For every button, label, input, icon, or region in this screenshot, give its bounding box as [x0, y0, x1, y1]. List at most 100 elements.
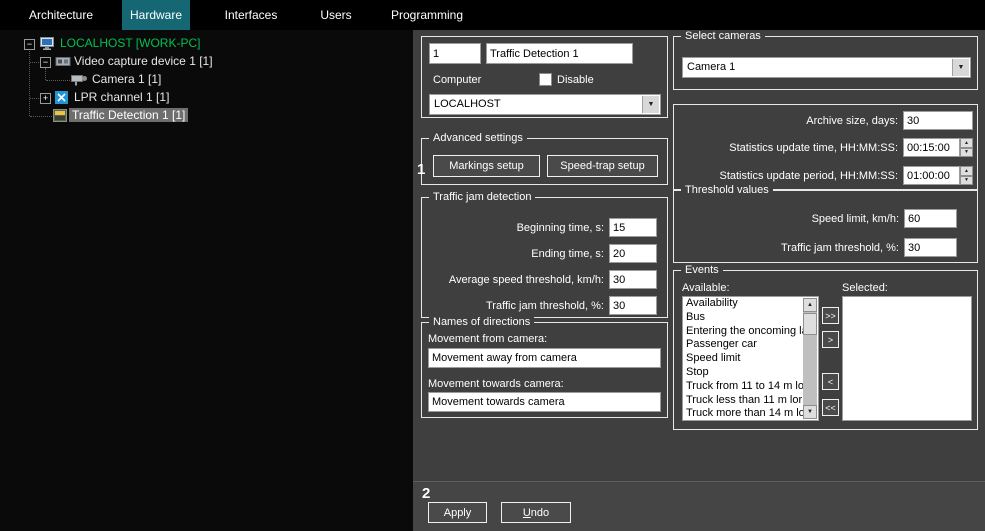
field-row: Traffic jam threshold, %: — [680, 238, 957, 257]
tree-connector-line — [46, 80, 70, 81]
jam-threshold-input[interactable] — [904, 238, 957, 257]
field-label: Traffic jam threshold, %: — [428, 300, 604, 312]
field-row: Speed limit, km/h: — [680, 209, 957, 228]
field-label: Statistics update time, HH:MM:SS: — [680, 142, 898, 154]
group-title: Threshold values — [681, 184, 773, 197]
list-item[interactable]: Bus — [683, 311, 803, 325]
list-item[interactable]: Speed limit — [683, 352, 803, 366]
tree-connector-line — [30, 98, 39, 99]
camera-select-value: Camera 1 — [687, 58, 735, 77]
move-all-left-button[interactable]: << — [822, 399, 839, 416]
spinner-down-icon[interactable]: ▼ — [960, 176, 973, 186]
advanced-settings-group: Advanced settings Markings setup Speed-t… — [421, 138, 668, 185]
group-title: Advanced settings — [429, 132, 527, 145]
list-item[interactable]: Availability — [683, 297, 803, 311]
spinner-down-icon[interactable]: ▼ — [960, 148, 973, 158]
threshold-values-group: Threshold values Speed limit, km/h: Traf… — [673, 190, 978, 263]
computer-label: Computer — [433, 74, 481, 86]
list-item[interactable]: Stop — [683, 366, 803, 380]
field-row: Beginning time, s: — [428, 218, 657, 237]
available-label: Available: — [682, 282, 730, 294]
device-tree: − LOCALHOST [WORK-PC] − Video capture de… — [0, 30, 413, 531]
tree-collapse-icon[interactable]: − — [24, 39, 35, 50]
disable-checkbox[interactable] — [539, 73, 552, 86]
tab-users[interactable]: Users — [312, 0, 360, 30]
list-item[interactable]: Truck more than 14 m lo — [683, 407, 803, 421]
tree-item-lpr-channel[interactable]: LPR channel 1 [1] — [71, 89, 172, 106]
ending-time-input[interactable] — [609, 244, 657, 263]
move-left-button[interactable]: < — [822, 373, 839, 390]
camera-select[interactable]: Camera 1 ▼ — [682, 57, 971, 78]
computer-select-value: LOCALHOST — [434, 95, 501, 114]
stats-update-period-input[interactable] — [903, 166, 960, 185]
tab-interfaces[interactable]: Interfaces — [190, 0, 312, 30]
tree-item-camera[interactable]: Camera 1 [1] — [89, 71, 164, 88]
list-item[interactable]: Truck less than 11 m lor — [683, 394, 803, 408]
movement-from-camera-input[interactable] — [428, 348, 661, 368]
traffic-jam-detection-group: Traffic jam detection Beginning time, s:… — [421, 197, 668, 318]
spinner-up-icon[interactable]: ▲ — [960, 138, 973, 148]
computer-select[interactable]: LOCALHOST ▼ — [429, 94, 661, 115]
scrollbar-thumb[interactable] — [803, 313, 817, 335]
markings-setup-button[interactable]: Markings setup — [433, 155, 540, 177]
stats-update-time-input[interactable] — [903, 138, 960, 157]
average-speed-threshold-input[interactable] — [609, 270, 657, 289]
tree-item-label: Traffic Detection 1 [1] — [69, 108, 188, 122]
available-events-list[interactable]: Availability Bus Entering the oncoming l… — [682, 296, 819, 421]
group-title: Select cameras — [681, 30, 765, 43]
apply-button[interactable]: Apply — [428, 502, 487, 523]
tree-connector-line — [30, 116, 52, 117]
lpr-icon — [55, 91, 68, 109]
undo-button[interactable]: Undo — [501, 502, 571, 523]
tree-item-localhost[interactable]: LOCALHOST [WORK-PC] — [57, 35, 203, 52]
events-group: Events Available: Selected: Availability… — [673, 270, 978, 430]
disable-label: Disable — [557, 74, 594, 86]
undo-button-label: Undo — [523, 507, 549, 519]
spinner: ▲ ▼ — [960, 138, 973, 157]
scrollbar[interactable]: ▲ ▼ — [803, 298, 817, 419]
group-title: Names of directions — [429, 316, 534, 329]
tab-hardware[interactable]: Hardware — [122, 0, 190, 30]
select-cameras-group: Select cameras Camera 1 ▼ — [673, 36, 978, 90]
list-item[interactable]: Truck from 11 to 14 m lo — [683, 380, 803, 394]
object-id-input[interactable] — [429, 43, 481, 64]
tab-architecture[interactable]: Architecture — [0, 0, 122, 30]
movement-towards-camera-label: Movement towards camera: — [428, 378, 564, 390]
names-of-directions-group: Names of directions Movement from camera… — [421, 322, 668, 418]
list-item[interactable]: Passenger car — [683, 338, 803, 352]
tree-item-label: Video capture device 1 [1] — [71, 54, 216, 68]
chevron-down-icon[interactable]: ▼ — [642, 96, 659, 113]
selected-events-list[interactable] — [842, 296, 972, 421]
annotation-step-1: 1 — [417, 161, 425, 178]
field-row: Statistics update time, HH:MM:SS: ▲ ▼ — [680, 138, 973, 157]
tree-item-traffic-detection[interactable]: Traffic Detection 1 [1] — [69, 107, 188, 124]
tree-item-label: LOCALHOST [WORK-PC] — [57, 36, 203, 50]
traffic-jam-threshold-input[interactable] — [609, 296, 657, 315]
tree-expand-icon[interactable]: + — [40, 93, 51, 104]
tree-collapse-icon[interactable]: − — [40, 57, 51, 68]
move-all-right-button[interactable]: >> — [822, 307, 839, 324]
field-label: Speed limit, km/h: — [680, 213, 899, 225]
speed-trap-setup-button[interactable]: Speed-trap setup — [547, 155, 658, 177]
scroll-down-icon[interactable]: ▼ — [803, 405, 817, 419]
list-item[interactable]: Entering the oncoming la — [683, 325, 803, 339]
speed-limit-input[interactable] — [904, 209, 957, 228]
chevron-down-icon[interactable]: ▼ — [952, 59, 969, 76]
selected-label: Selected: — [842, 282, 888, 294]
scroll-up-icon[interactable]: ▲ — [803, 298, 817, 312]
tree-item-label: LPR channel 1 [1] — [71, 90, 172, 104]
movement-towards-camera-input[interactable] — [428, 392, 661, 412]
archive-size-input[interactable] — [903, 111, 973, 130]
tab-programming[interactable]: Programming — [360, 0, 494, 30]
object-name-input[interactable] — [486, 43, 633, 64]
tree-connector-line — [30, 62, 39, 63]
tree-item-video-capture-device[interactable]: Video capture device 1 [1] — [71, 53, 216, 70]
field-label: Traffic jam threshold, %: — [680, 242, 899, 254]
field-row: Average speed threshold, km/h: — [428, 270, 657, 289]
move-right-button[interactable]: > — [822, 331, 839, 348]
settings-panel: Computer Disable LOCALHOST ▼ 1 Advanced … — [413, 30, 985, 531]
monitor-icon — [39, 36, 55, 55]
spinner-up-icon[interactable]: ▲ — [960, 166, 973, 176]
beginning-time-input[interactable] — [609, 218, 657, 237]
movement-from-camera-label: Movement from camera: — [428, 333, 547, 345]
